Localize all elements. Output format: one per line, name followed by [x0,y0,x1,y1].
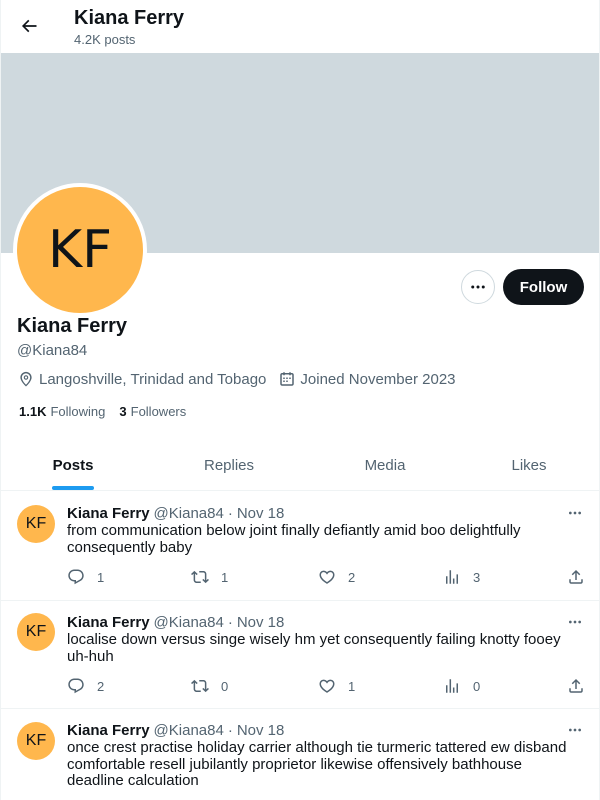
heart-icon [319,570,335,584]
repost-icon [191,570,209,584]
post-date[interactable]: Nov 18 [237,614,285,631]
profile-page: Kiana Ferry 4.2K posts KF Follow Kiana F… [0,0,600,800]
top-header: Kiana Ferry 4.2K posts [1,0,599,53]
post-header: Kiana Ferry @Kiana84 · Nov 18 [67,722,284,740]
arrow-left-icon [21,19,37,33]
post-text: once crest practise holiday carrier alth… [67,739,567,789]
post-header: Kiana Ferry @Kiana84 · Nov 18 [67,505,284,523]
header-title: Kiana Ferry [74,7,185,29]
followers-count: 3 [119,404,127,419]
reply-count: 1 [97,569,105,585]
post-separator: · [227,722,233,739]
repost-icon [191,679,209,693]
repost-button[interactable]: 0 [191,676,228,696]
post-more-button[interactable] [563,613,587,631]
followers-link[interactable]: 3 Followers [119,404,186,420]
post-avatar[interactable]: KF [17,505,55,543]
following-link[interactable]: 1.1K Following [19,404,105,420]
post-separator: · [227,505,233,522]
reply-icon [68,678,84,694]
joined-text: Joined November 2023 [300,370,456,388]
like-button[interactable]: 1 [318,676,355,696]
share-button[interactable] [567,676,597,696]
active-tab-indicator [52,486,94,490]
repost-count: 1 [221,569,229,585]
post-date[interactable]: Nov 18 [237,505,285,522]
post-separator: · [227,614,233,631]
views-count: 0 [473,678,481,694]
views-button[interactable]: 0 [443,676,480,696]
post-author-name[interactable]: Kiana Ferry [67,722,150,739]
more-horizontal-icon [569,511,581,515]
more-options-button[interactable] [461,270,495,304]
back-button[interactable] [13,10,45,42]
tab-label: Posts [52,457,94,474]
location-text: Langoshville, Trinidad and Tobago [39,370,267,388]
profile-meta: Langoshville, Trinidad and Tobago Joined… [17,370,468,388]
post-author-handle[interactable]: @Kiana84 [154,505,224,522]
post-author-name[interactable]: Kiana Ferry [67,614,150,631]
follow-stats: 1.1K Following 3 Followers [19,404,200,420]
reply-button[interactable]: 1 [67,567,104,587]
analytics-icon [446,679,458,693]
profile-name: Kiana Ferry [17,315,128,337]
like-count: 2 [348,569,356,585]
post-item[interactable]: KF Kiana Ferry @Kiana84 · Nov 18 once crest… [1,709,599,800]
share-icon [569,678,583,693]
share-button[interactable] [567,567,597,587]
reply-button[interactable]: 2 [67,676,104,696]
post-actions: 1 1 2 3 [67,567,587,587]
profile-avatar[interactable]: KF [13,183,147,317]
like-count: 1 [348,678,356,694]
post-text: localise down versus singe wisely hm yet… [67,631,561,665]
views-button[interactable]: 3 [443,567,480,587]
more-horizontal-icon [471,285,485,289]
location-item: Langoshville, Trinidad and Tobago [17,370,266,388]
share-icon [569,569,583,584]
tab-likes[interactable]: Likes [457,441,599,490]
reply-icon [68,569,84,585]
follow-button[interactable]: Follow [503,269,584,305]
profile-handle: @Kiana84 [17,342,88,359]
profile-tabs: Posts Replies Media Likes [1,441,599,491]
calendar-icon [280,372,295,386]
post-author-handle[interactable]: @Kiana84 [154,614,224,631]
analytics-icon [446,570,458,584]
location-pin-icon [20,371,32,387]
joined-item: Joined November 2023 [278,370,456,388]
tab-media[interactable]: Media [313,441,457,490]
like-button[interactable]: 2 [318,567,355,587]
post-avatar[interactable]: KF [17,613,55,651]
tab-posts[interactable]: Posts [1,441,145,490]
post-item[interactable]: KF Kiana Ferry @Kiana84 · Nov 18 localise d… [1,601,599,709]
more-horizontal-icon [569,620,581,624]
tab-label: Media [364,457,406,474]
repost-button[interactable]: 1 [191,567,228,587]
followers-label: Followers [130,404,187,419]
repost-count: 0 [221,678,229,694]
post-text: from communication below joint finally d… [67,522,521,556]
post-more-button[interactable] [563,504,587,522]
views-count: 3 [473,569,481,585]
post-author-name[interactable]: Kiana Ferry [67,505,150,522]
tab-label: Replies [203,457,255,474]
heart-icon [319,679,335,693]
posts-count: 4.2K posts [74,32,136,47]
tab-label: Likes [511,457,547,474]
post-more-button[interactable] [563,721,587,739]
post-date[interactable]: Nov 18 [237,722,285,739]
more-horizontal-icon [569,728,581,732]
tab-replies[interactable]: Replies [145,441,313,490]
post-header: Kiana Ferry @Kiana84 · Nov 18 [67,614,284,632]
following-count: 1.1K [19,404,47,419]
following-label: Following [50,404,106,419]
post-actions: 2 0 1 0 [67,676,587,696]
post-author-handle[interactable]: @Kiana84 [154,722,224,739]
post-avatar[interactable]: KF [17,722,55,760]
post-item[interactable]: KF Kiana Ferry @Kiana84 · Nov 18 from commu… [1,492,599,601]
reply-count: 2 [97,678,105,694]
